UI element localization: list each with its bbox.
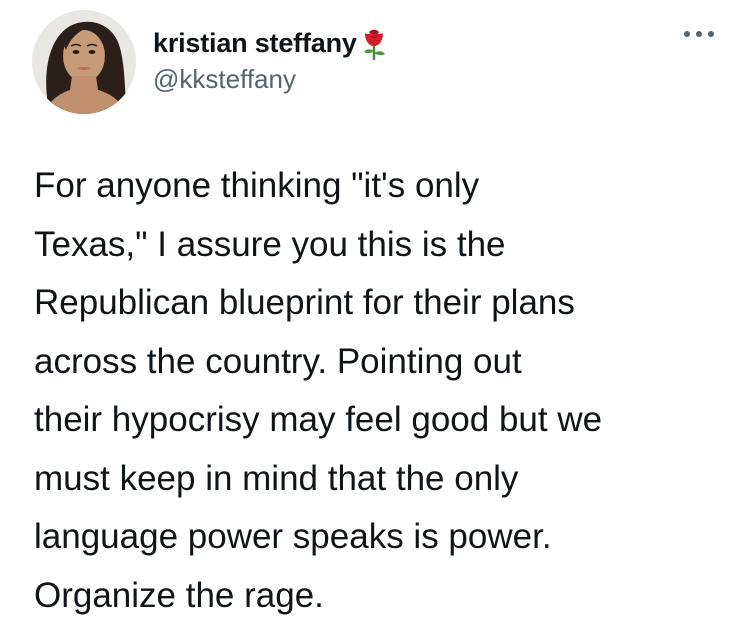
more-options-button[interactable]	[676, 20, 722, 50]
author-display-name[interactable]: kristian steffany	[153, 28, 357, 59]
profile-photo	[32, 10, 136, 114]
more-options-icon	[682, 26, 716, 44]
tweet-card: kristian steffany @kksteffany For anyone…	[0, 0, 750, 615]
author-name-row: kristian steffany	[153, 26, 389, 61]
avatar[interactable]	[32, 10, 136, 114]
rose-icon	[359, 26, 389, 61]
author-handle[interactable]: @kksteffany	[153, 64, 296, 95]
tweet-text: For anyone thinking "it's only Texas," I…	[34, 166, 603, 615]
